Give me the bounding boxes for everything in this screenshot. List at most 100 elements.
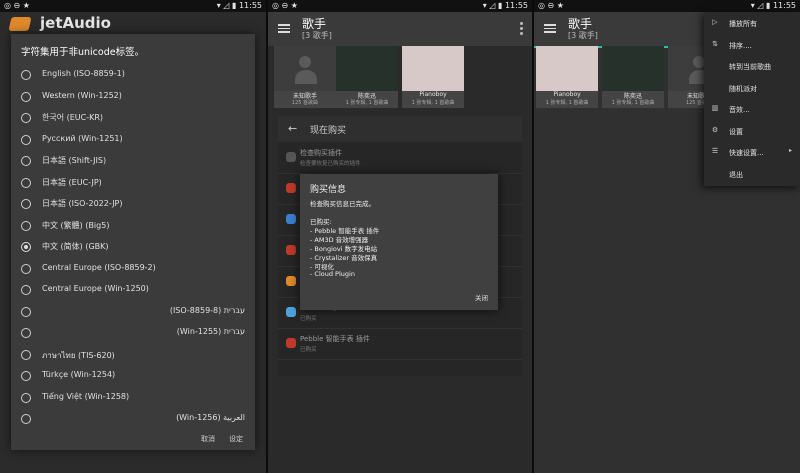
charset-option-label: Русский (Win-1251) (42, 133, 123, 143)
artist-tile[interactable]: 陈奕迅 1 张专辑, 1 首歌曲 (336, 46, 398, 108)
radio-icon[interactable] (21, 414, 31, 424)
charset-option[interactable]: 日本語 (EUC-JP) (11, 172, 255, 194)
screenshot-root: ◎ ⊖ ★ ▾ ◿ ▮ 11:55 jetAudio 字符集用于非unicode… (0, 0, 800, 473)
radio-icon[interactable] (21, 113, 31, 123)
radio-icon[interactable] (21, 220, 31, 231)
app-title: jetAudio (40, 14, 111, 32)
radio-icon[interactable] (21, 91, 31, 102)
charset-option[interactable]: (Win-1255) עברית (11, 322, 255, 344)
charset-option-label: Central Europe (ISO-8859-2) (42, 262, 156, 272)
plugin-title: Pebble 智能手表 插件 (300, 335, 370, 343)
radio-icon[interactable] (21, 70, 31, 80)
status-bar: ◎ ⊖ ★ ▾ ◿ ▮ 11:55 (268, 0, 532, 12)
plugin-item[interactable]: Pebble 智能手表 插件已购买 (278, 329, 522, 360)
artist-tile[interactable]: Pianoboy 1 张专辑, 1 首歌曲 (402, 46, 464, 108)
charset-option-label: 日本語 (Shift-JIS) (42, 156, 107, 165)
close-button[interactable]: 关闭 (475, 292, 488, 302)
menu-item[interactable]: ⇅ 排序.... (704, 34, 800, 56)
ok-button[interactable]: 设定 (229, 434, 243, 444)
back-arrow-icon[interactable]: ← (288, 122, 297, 135)
radio-selected-icon[interactable] (21, 242, 31, 252)
charset-option[interactable]: (Win-1256) العربية (11, 408, 255, 430)
charset-dialog: 字符集用于非unicode标签。 English (ISO-8859-1) Wes… (11, 34, 255, 450)
plugin-icon (286, 214, 296, 224)
charset-option-label: Türkçe (Win-1254) (42, 370, 116, 379)
artist-menu-screen: ◎ ⊖ ★ ▾ ◿ ▮ 11:55 歌手 [3 歌手] Pianoboy 1 张… (534, 0, 800, 473)
radio-icon[interactable] (21, 156, 31, 166)
charset-option[interactable]: Tiếng Việt (Win-1258) (11, 387, 255, 409)
artist-tile[interactable]: Pianoboy 1 张专辑, 1 首歌曲 (536, 46, 598, 108)
radio-icon[interactable] (21, 199, 31, 209)
artist-meta: 1 张专辑, 1 首歌曲 (411, 100, 455, 106)
menu-item[interactable]: 转到当前歌曲 (704, 55, 800, 77)
menu-item[interactable]: ▥ 音效... (704, 98, 800, 120)
menu-icon[interactable] (544, 22, 556, 34)
menu-item[interactable]: 退出 (704, 163, 800, 185)
artist-name: Pianoboy (419, 91, 447, 98)
plugin-icon (286, 183, 296, 193)
status-icons-right: ▾ ◿ ▮ (750, 1, 771, 10)
charset-option[interactable]: 日本語 (ISO-2022-JP) (11, 193, 255, 215)
menu-item[interactable]: 随机派对 (704, 77, 800, 99)
charset-option[interactable]: 中文 (简体) (GBK) (11, 236, 255, 258)
purchase-screen: ◎ ⊖ ★ ▾ ◿ ▮ 11:55 歌手 [3 歌手] 未知歌手 125 首歌曲… (268, 0, 532, 473)
charset-option[interactable]: 한국어 (EUC-KR) (11, 107, 255, 129)
charset-option[interactable]: English (ISO-8859-1) (11, 64, 255, 86)
status-icons-left: ◎ ⊖ ★ (272, 1, 298, 10)
radio-icon[interactable] (21, 328, 31, 338)
menu-item-label: 退出 (729, 170, 743, 179)
radio-icon[interactable] (21, 134, 31, 145)
charset-option-label: English (ISO-8859-1) (42, 69, 125, 78)
plugin-icon (286, 307, 296, 317)
artist-tile[interactable]: 陈奕迅 1 张专辑, 1 首歌曲 (602, 46, 664, 108)
radio-icon[interactable] (21, 392, 31, 403)
charset-option[interactable]: ภาษาไทย (TIS-620) (11, 344, 255, 366)
plugin-icon (286, 338, 296, 348)
artist-tile[interactable]: 未知歌手 125 首歌曲 (274, 46, 336, 108)
radio-icon[interactable] (21, 263, 31, 274)
charset-option[interactable]: 日本語 (Shift-JIS) (11, 150, 255, 172)
plugin-item[interactable]: 检查购买插件 检查要恢复已购买的插件 (278, 143, 522, 174)
radio-icon[interactable] (21, 349, 31, 360)
menu-item[interactable]: ☰ 快速设置... ▸ (704, 141, 800, 163)
radio-icon[interactable] (21, 285, 31, 295)
menu-icon[interactable] (278, 22, 290, 34)
menu-item[interactable]: ▷ 播放所有 (704, 12, 800, 34)
charset-option[interactable]: Türkçe (Win-1254) (11, 365, 255, 387)
charset-option[interactable]: (ISO-8859-8) עברית (11, 301, 255, 323)
menu-item-label: 快速设置... (729, 149, 764, 157)
radio-icon[interactable] (21, 371, 31, 381)
cancel-button[interactable]: 取消 (201, 434, 215, 444)
menu-item-label: 设置 (729, 127, 743, 136)
status-right: ▾ ◿ ▮ 11:55 (751, 0, 796, 12)
menu-item-label: 播放所有 (729, 20, 757, 28)
radio-icon[interactable] (21, 306, 31, 317)
dialog-message: 检查购买信息已完成。 (310, 200, 375, 208)
charset-screen: ◎ ⊖ ★ ▾ ◿ ▮ 11:55 jetAudio 字符集用于非unicode… (0, 0, 266, 473)
artist-meta: 1 张专辑, 1 首歌曲 (345, 100, 389, 106)
status-bar: ◎ ⊖ ★ ▾ ◿ ▮ 11:55 (534, 0, 800, 12)
charset-option-label: Central Europe (Win-1250) (42, 284, 149, 293)
charset-option[interactable]: Русский (Win-1251) (11, 129, 255, 151)
menu-item-label: 音效... (729, 106, 750, 114)
plugin-subtitle: 已购买 (300, 316, 317, 322)
page-subtitle: [3 歌手] (302, 31, 332, 40)
charset-option[interactable]: Western (Win-1252) (11, 86, 255, 108)
artist-art (602, 46, 664, 91)
radio-icon[interactable] (21, 177, 31, 188)
plugin-icon (286, 276, 296, 286)
menu-item-label: 转到当前歌曲 (729, 63, 771, 71)
plugin-subtitle: 已购买 (300, 347, 317, 353)
charset-option-label: 日本語 (ISO-2022-JP) (42, 199, 123, 208)
charset-option[interactable]: 中文 (繁體) (Big5) (11, 215, 255, 237)
menu-item[interactable]: ⚙ 设置 (704, 120, 800, 142)
plugin-icon (286, 152, 296, 162)
charset-option[interactable]: Central Europe (ISO-8859-2) (11, 258, 255, 280)
plugin-subtitle: 检查要恢复已购买的插件 (300, 161, 361, 167)
dialog-title: 购买信息 (310, 185, 347, 195)
artist-grid: 未知歌手 125 首歌曲 陈奕迅 1 张专辑, 1 首歌曲 Pianoboy 1… (268, 46, 532, 110)
charset-option-label: 한국어 (EUC-KR) (42, 113, 104, 122)
charset-option[interactable]: Central Europe (Win-1250) (11, 279, 255, 301)
status-bar: ◎ ⊖ ★ ▾ ◿ ▮ 11:55 (0, 0, 266, 12)
more-options-icon[interactable] (520, 22, 524, 36)
